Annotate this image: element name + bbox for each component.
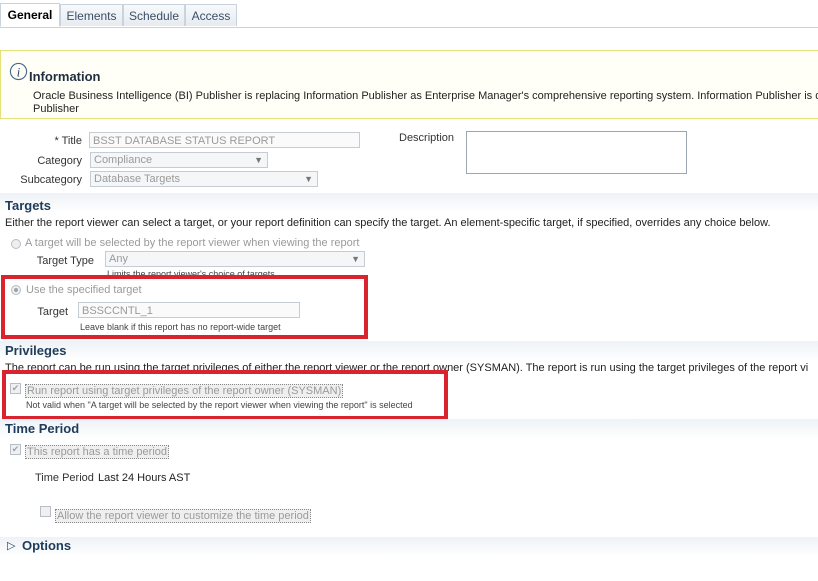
time-period-value: Last 24 Hours AST xyxy=(98,472,191,484)
dropdown-arrow-icon: ▼ xyxy=(254,155,263,165)
category-value: Compliance xyxy=(94,154,153,166)
information-line-1: Oracle Business Intelligence (BI) Publis… xyxy=(33,90,818,102)
privileges-title: Privileges xyxy=(5,343,67,358)
title-input[interactable]: BSST DATABASE STATUS REPORT xyxy=(89,132,360,148)
title-label: * Title xyxy=(54,135,82,147)
subcategory-value: Database Targets xyxy=(94,173,181,185)
subcategory-select[interactable]: Database Targets ▼ xyxy=(90,171,318,187)
tab-access[interactable]: Access xyxy=(185,4,237,26)
dropdown-arrow-icon: ▼ xyxy=(304,174,313,184)
time-period-checkbox[interactable]: ✔ xyxy=(10,444,21,455)
radio-viewer-selects-target-label: A target will be selected by the report … xyxy=(25,237,360,249)
customize-time-period-checkbox[interactable] xyxy=(40,506,51,517)
targets-description: Either the report viewer can select a ta… xyxy=(5,217,771,229)
dropdown-arrow-icon: ▼ xyxy=(351,254,360,264)
information-line-2: Publisher xyxy=(33,103,79,115)
target-type-label: Target Type xyxy=(36,255,94,267)
targets-title: Targets xyxy=(5,198,51,213)
information-title: Information xyxy=(29,69,101,84)
target-type-value: Any xyxy=(109,253,128,265)
tab-schedule[interactable]: Schedule xyxy=(123,4,185,26)
targets-section-header xyxy=(0,193,818,213)
tab-elements[interactable]: Elements xyxy=(60,4,123,26)
privileges-section-header xyxy=(0,341,818,361)
tab-general[interactable]: General xyxy=(0,3,60,27)
time-period-checkbox-label: This report has a time period xyxy=(25,445,170,459)
options-title[interactable]: Options xyxy=(22,538,71,553)
category-label: Category xyxy=(37,155,82,167)
time-period-label: Time Period xyxy=(35,472,94,484)
tab-bar: General Elements Schedule Access xyxy=(0,0,818,28)
time-period-title: Time Period xyxy=(5,421,80,436)
subcategory-label: Subcategory xyxy=(20,174,82,186)
highlight-box-target xyxy=(1,275,368,339)
radio-viewer-selects-target[interactable] xyxy=(11,239,21,249)
time-period-section-header xyxy=(0,419,818,439)
expand-triangle-icon[interactable]: ▷ xyxy=(7,539,15,552)
description-textarea[interactable] xyxy=(466,131,687,174)
category-select[interactable]: Compliance ▼ xyxy=(90,152,268,168)
target-type-select[interactable]: Any ▼ xyxy=(105,251,365,267)
description-label: Description xyxy=(399,132,455,144)
options-section-header[interactable] xyxy=(0,537,818,557)
info-icon: i xyxy=(9,62,28,81)
customize-time-period-label: Allow the report viewer to customize the… xyxy=(55,509,311,523)
svg-text:i: i xyxy=(17,65,21,79)
information-text: Oracle Business Intelligence (BI) Publis… xyxy=(33,90,818,116)
highlight-box-privileges xyxy=(2,370,448,420)
